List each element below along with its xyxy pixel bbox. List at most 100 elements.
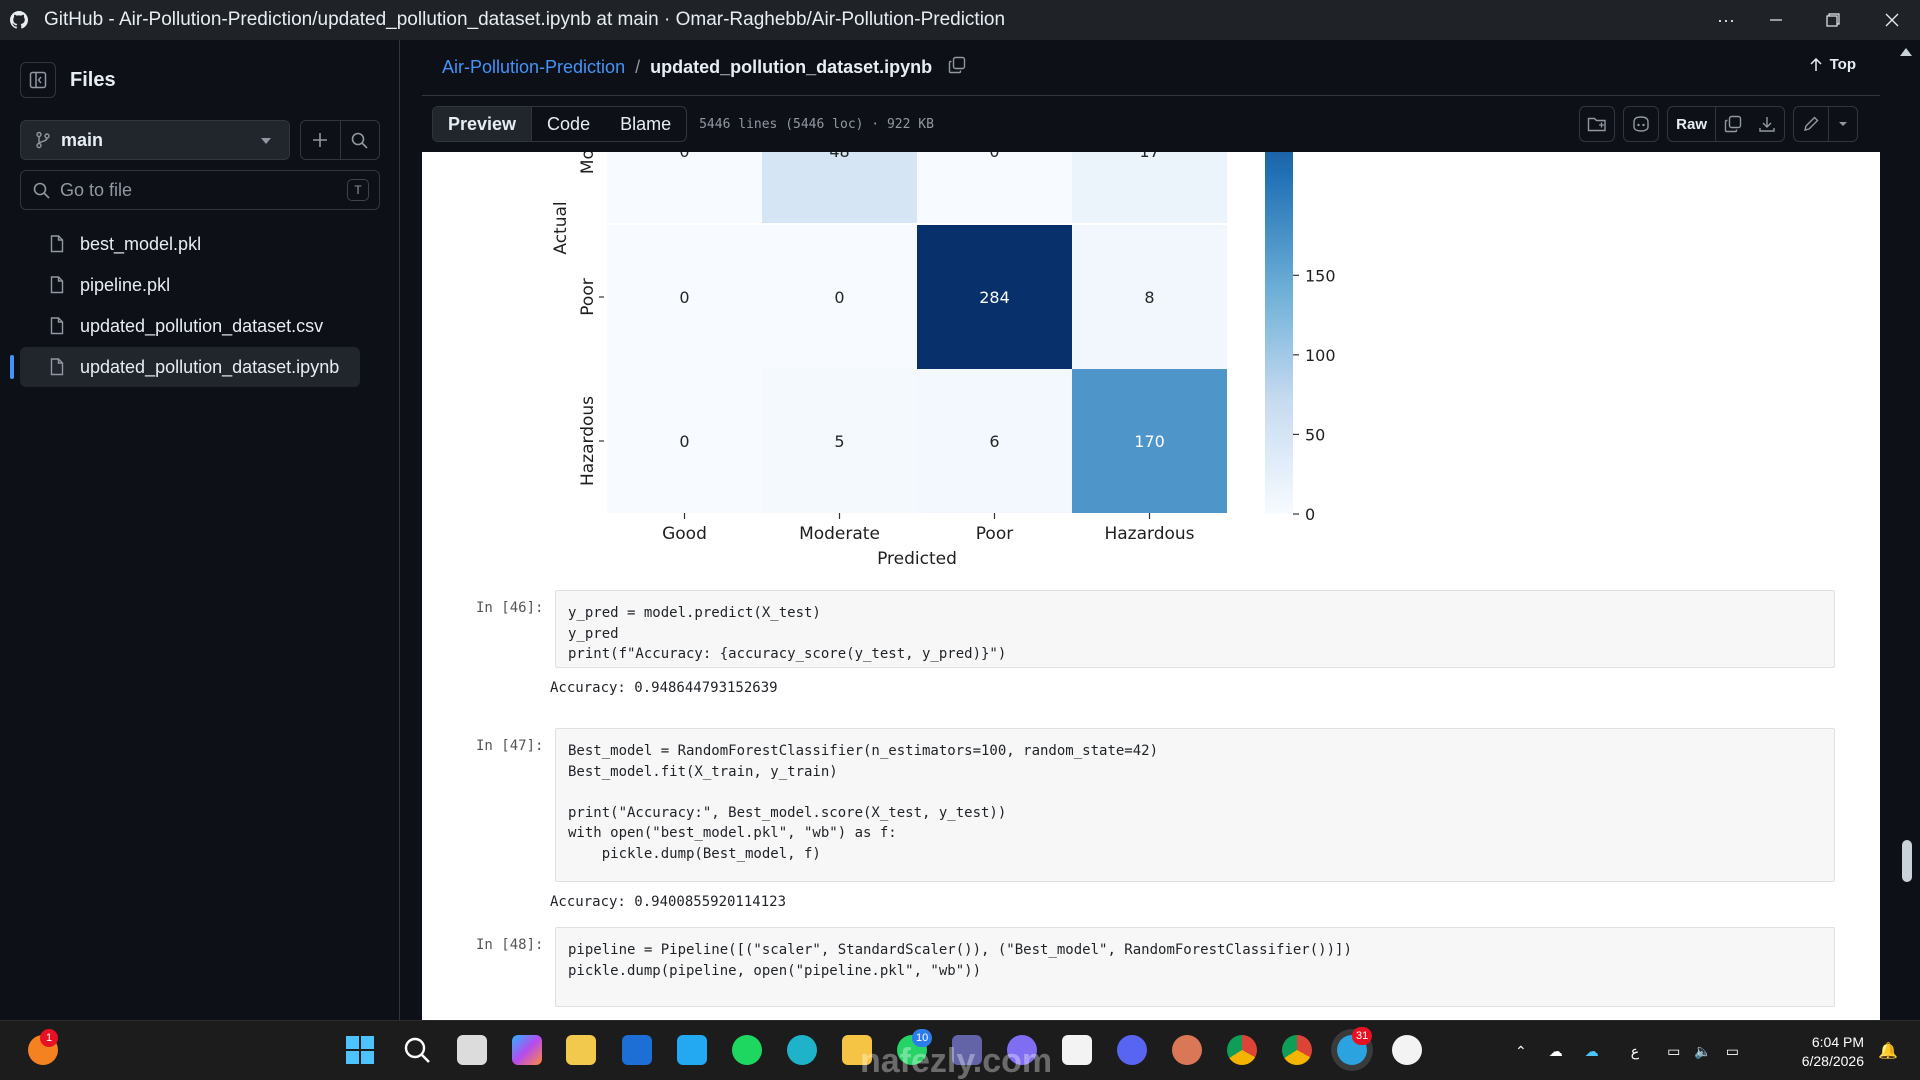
go-to-file-input[interactable]: Go to file T xyxy=(20,170,380,210)
edit-actions-group xyxy=(1793,106,1858,142)
language-indicator[interactable]: ع xyxy=(1631,1043,1639,1060)
tab-preview[interactable]: Preview xyxy=(433,107,533,141)
code-cell[interactable]: y_pred = model.predict(X_test) y_pred pr… xyxy=(555,590,1835,668)
heatmap-cell-value: 0 xyxy=(989,152,999,161)
keyboard-shortcut-hint: T xyxy=(347,179,369,201)
volume-icon[interactable]: 🔈 xyxy=(1694,1043,1711,1060)
open-folder-button[interactable] xyxy=(1579,106,1616,142)
maximize-button[interactable] xyxy=(1813,0,1853,40)
close-button[interactable] xyxy=(1872,0,1912,40)
heatmap-cell-value: 0 xyxy=(679,288,689,307)
claude-app-icon[interactable] xyxy=(1172,1035,1202,1065)
branch-name: main xyxy=(61,129,104,150)
edit-button[interactable] xyxy=(1794,107,1829,141)
start-button[interactable] xyxy=(345,1035,375,1065)
file-header: Air-Pollution-Prediction / updated_pollu… xyxy=(422,40,1880,96)
copilot-icon xyxy=(1633,116,1649,132)
anthropic-app-icon[interactable] xyxy=(1062,1035,1092,1065)
cell-output: Accuracy: 0.9400855920114123 xyxy=(550,894,787,910)
cell-prompt: In [48]: xyxy=(476,937,544,953)
chevron-up-icon[interactable]: ⌃ xyxy=(1515,1043,1527,1060)
toolbar-actions: Raw xyxy=(1579,106,1858,142)
plus-icon xyxy=(313,133,328,147)
edit-options-button[interactable] xyxy=(1829,107,1857,141)
heatmap-cell xyxy=(607,152,762,223)
breadcrumb-repo-link[interactable]: Air-Pollution-Prediction xyxy=(442,57,625,78)
file-tree: best_model.pkl pipeline.pkl updated_poll… xyxy=(10,224,360,388)
heatmap-cell-value: 8 xyxy=(1144,288,1154,307)
go-to-file-placeholder: Go to file xyxy=(60,179,133,200)
system-tray: ⌃ ☁ ☁ ع ▭ 🔈 ▭ xyxy=(1515,1021,1739,1080)
code-text: y_pred = model.predict(X_test) y_pred pr… xyxy=(568,605,1007,662)
tab-blame[interactable]: Blame xyxy=(605,107,686,141)
add-file-button[interactable] xyxy=(301,121,341,159)
search-files-button[interactable] xyxy=(341,121,380,159)
code-cell[interactable]: Best_model = RandomForestClassifier(n_es… xyxy=(555,728,1835,882)
copy-raw-button[interactable] xyxy=(1716,107,1750,141)
scroll-up-icon[interactable] xyxy=(1900,48,1912,56)
clock-date: 6/28/2026 xyxy=(1801,1053,1864,1069)
chevron-down-icon xyxy=(1839,122,1847,126)
copy-icon xyxy=(1724,115,1742,133)
chrome-profile-app-icon[interactable] xyxy=(1282,1035,1312,1065)
search-taskbar-button[interactable] xyxy=(402,1035,432,1065)
more-options-button[interactable]: ··· xyxy=(1706,0,1746,40)
download-button[interactable] xyxy=(1750,107,1784,141)
search-icon xyxy=(404,1037,430,1063)
sidebar-title: Files xyxy=(70,68,116,91)
github-logo-icon xyxy=(10,11,28,29)
collapse-sidebar-button[interactable] xyxy=(20,62,56,98)
cloud-icon[interactable]: ☁ xyxy=(1585,1043,1599,1060)
colorbar-tick-label: 150 xyxy=(1305,266,1336,285)
notification-badge: 1 xyxy=(40,1029,58,1047)
edge-app-icon[interactable] xyxy=(787,1035,817,1065)
file-item-pipeline[interactable]: pipeline.pkl xyxy=(20,265,360,305)
file-item-dataset-csv[interactable]: updated_pollution_dataset.csv xyxy=(20,306,360,346)
store-app-icon[interactable] xyxy=(566,1035,596,1065)
notebook-preview: Actual Predicted 048017002848056170 Good… xyxy=(422,152,1880,1020)
file-metadata: 5446 lines (5446 loc) · 922 KB xyxy=(699,116,934,132)
raw-button[interactable]: Raw xyxy=(1668,107,1716,141)
onedrive-icon[interactable]: ☁ xyxy=(1549,1043,1563,1060)
raw-actions-group: Raw xyxy=(1667,106,1785,142)
taskbar-clock[interactable]: 6:04 PM 6/28/2026 xyxy=(1802,1033,1864,1071)
file-name: updated_pollution_dataset.csv xyxy=(80,315,324,336)
notification-badge: 31 xyxy=(1352,1027,1373,1045)
colorbar-tick-label: 0 xyxy=(1305,505,1315,524)
chrome-app-icon[interactable] xyxy=(1227,1035,1257,1065)
github-desktop-app-icon[interactable] xyxy=(1392,1035,1422,1065)
branch-selector[interactable]: main xyxy=(20,120,290,160)
page-scrollbar[interactable] xyxy=(1892,40,1920,1020)
code-text: Best_model = RandomForestClassifier(n_es… xyxy=(568,743,1159,862)
arrow-up-icon xyxy=(1810,57,1822,71)
network-icon[interactable]: ▭ xyxy=(1667,1043,1680,1060)
sidebar-actions xyxy=(300,120,380,160)
heatmap-cell-value: 17 xyxy=(1139,152,1159,161)
outlook-app-icon[interactable] xyxy=(622,1035,652,1065)
copy-icon xyxy=(948,56,966,74)
top-button[interactable]: Top xyxy=(1810,56,1856,73)
tab-code[interactable]: Code xyxy=(532,107,605,141)
file-item-dataset-ipynb[interactable]: updated_pollution_dataset.ipynb xyxy=(10,347,360,387)
minimize-icon xyxy=(1770,19,1782,21)
scrollbar-thumb[interactable] xyxy=(1902,840,1912,882)
copilot-app-icon[interactable] xyxy=(512,1035,542,1065)
battery-icon[interactable]: ▭ xyxy=(1726,1043,1739,1060)
spotify-app-icon[interactable] xyxy=(732,1035,762,1065)
copilot-button[interactable] xyxy=(1623,106,1660,142)
minimize-button[interactable] xyxy=(1756,0,1796,40)
git-branch-icon xyxy=(36,131,50,149)
copy-path-button[interactable] xyxy=(948,56,966,79)
y-tick-label: Hazardous xyxy=(578,396,598,486)
task-view-icon[interactable] xyxy=(457,1035,487,1065)
notifications-bell-icon[interactable]: 🔔 xyxy=(1878,1041,1898,1061)
windows-start-icon xyxy=(346,1036,374,1064)
file-item-best-model[interactable]: best_model.pkl xyxy=(20,224,360,264)
heatmap-cell xyxy=(762,152,917,223)
discord-app-icon[interactable] xyxy=(1117,1035,1147,1065)
vscode-app-icon[interactable] xyxy=(677,1035,707,1065)
search-icon xyxy=(351,132,368,149)
heatmap-cell-value: 0 xyxy=(834,288,844,307)
code-cell[interactable]: pipeline = Pipeline([("scaler", Standard… xyxy=(555,927,1835,1007)
heatmap-cell xyxy=(1072,152,1227,223)
